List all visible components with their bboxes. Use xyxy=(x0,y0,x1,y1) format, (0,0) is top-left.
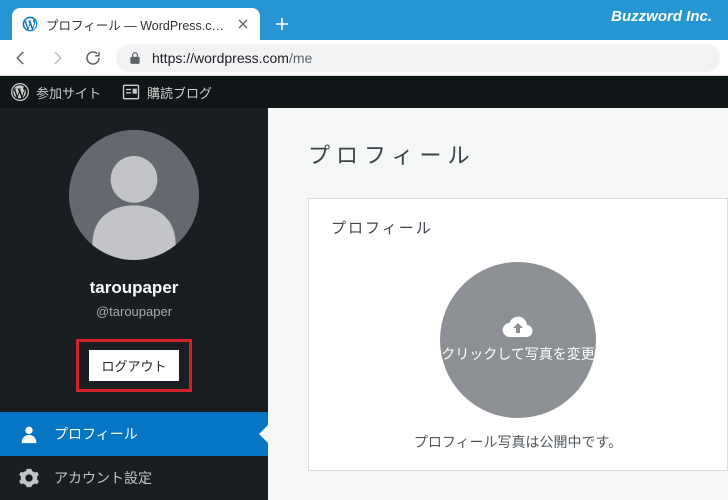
sidebar-item-label: アカウント設定 xyxy=(54,468,152,488)
gear-icon xyxy=(18,467,40,489)
card-title: プロフィール xyxy=(331,217,705,238)
adminbar-mysites[interactable]: 参加サイト xyxy=(10,82,101,102)
tab-title: プロフィール — WordPress.com xyxy=(46,15,228,34)
sidebar-item-profile[interactable]: プロフィール xyxy=(0,412,268,456)
sidebar-item-label: プロフィール xyxy=(54,424,138,444)
wordpress-icon xyxy=(10,82,30,102)
sidebar-menu: プロフィール アカウント設定 xyxy=(0,412,268,500)
wordpress-favicon xyxy=(22,16,38,32)
address-bar[interactable]: https://wordpress.com/me xyxy=(116,44,720,72)
wp-admin-bar: 参加サイト 購読ブログ xyxy=(0,76,728,108)
close-icon[interactable] xyxy=(236,17,250,31)
adminbar-mysites-label: 参加サイト xyxy=(36,83,101,102)
photo-visibility-note: プロフィール写真は公開中です。 xyxy=(331,432,705,452)
new-tab-button[interactable] xyxy=(268,10,296,38)
sidebar: taroupaper @taroupaper ログアウト プロフィール アカウン… xyxy=(0,108,268,500)
browser-toolbar: https://wordpress.com/me xyxy=(0,40,728,76)
person-icon xyxy=(18,423,40,445)
sidebar-handle: @taroupaper xyxy=(96,304,172,319)
browser-tab[interactable]: プロフィール — WordPress.com xyxy=(12,8,260,40)
cloud-upload-icon xyxy=(502,315,534,339)
adminbar-reader[interactable]: 購読ブログ xyxy=(121,82,212,102)
lock-icon xyxy=(128,51,142,65)
url-text: https://wordpress.com/me xyxy=(152,50,312,66)
back-button[interactable] xyxy=(8,45,34,71)
window-brand: Buzzword Inc. xyxy=(611,8,712,25)
sidebar-avatar xyxy=(69,130,199,260)
avatar-upload[interactable]: クリックして写真を変更 xyxy=(440,262,596,418)
main: taroupaper @taroupaper ログアウト プロフィール アカウン… xyxy=(0,108,728,500)
logout-highlight: ログアウト xyxy=(76,339,191,392)
browser-titlebar: プロフィール — WordPress.com Buzzword Inc. xyxy=(0,0,728,40)
page-title: プロフィール xyxy=(308,138,728,170)
sidebar-item-account[interactable]: アカウント設定 xyxy=(0,456,268,500)
content: プロフィール プロフィール クリックして写真を変更 プロフィール写真は公開中です… xyxy=(268,108,728,500)
reload-button[interactable] xyxy=(80,45,106,71)
adminbar-reader-label: 購読ブログ xyxy=(147,83,212,102)
reader-icon xyxy=(121,82,141,102)
avatar-upload-text: クリックして写真を変更 xyxy=(441,345,595,365)
sidebar-username: taroupaper xyxy=(90,278,179,298)
forward-button[interactable] xyxy=(44,45,70,71)
logout-button[interactable]: ログアウト xyxy=(89,350,178,381)
profile-card: プロフィール クリックして写真を変更 プロフィール写真は公開中です。 xyxy=(308,198,728,471)
